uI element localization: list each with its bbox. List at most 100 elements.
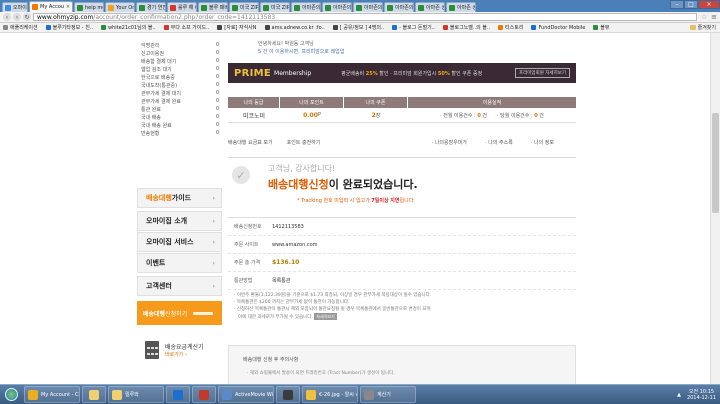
taskbar-item[interactable]: My Account - Ch..: [24, 386, 80, 403]
sidebar-status-link[interactable]: 웹업 검조 대기 0: [137, 65, 223, 73]
close-icon[interactable]: ×: [382, 5, 383, 11]
minimize-icon[interactable]: –: [670, 0, 684, 9]
bookmark-item[interactable]: 애플리케이션: [3, 24, 38, 31]
sidebar-status-link[interactable]: 관부가세 결제 대기 0: [137, 89, 223, 97]
usage-value: · 전월 이용건수 : 0 건 · 당월 이용건수 : 0 건: [408, 108, 576, 123]
bookmark-item[interactable]: [자료] 자식사N: [217, 24, 257, 31]
tab-favicon-icon: [139, 4, 145, 11]
browser-tab[interactable]: 롤루 해 0×: [167, 2, 197, 12]
bookmark-favicon-icon: [217, 25, 223, 30]
maximize-icon[interactable]: □: [684, 0, 698, 9]
clock[interactable]: 오전 10:15 2014-12-11: [687, 389, 716, 401]
taskbar-item[interactable]: 계산기: [360, 386, 416, 403]
network-icon[interactable]: ▲: [677, 392, 681, 398]
browser-tab[interactable]: 블루 패버×: [198, 2, 228, 12]
bookmark-item[interactable]: 블루기타정보 - 친..: [45, 24, 93, 31]
forward-icon[interactable]: ›: [13, 13, 21, 21]
sidebar-status-link[interactable]: 익명관리 0: [137, 41, 223, 49]
sidebar-menu-service[interactable]: 오마이집 서비스 ›: [137, 232, 222, 252]
app-icon: [112, 389, 122, 400]
close-icon[interactable]: ×: [413, 5, 414, 11]
sidebar-guide-button[interactable]: 배송대행 가이드 ›: [137, 188, 222, 208]
browser-tab[interactable]: 아마존 싱×: [446, 2, 476, 12]
app-icon: [199, 389, 209, 400]
tab-favicon-icon: [108, 4, 114, 11]
sidebar-status-link[interactable]: 국내 배송 0: [137, 113, 223, 121]
sidebar-menu-event[interactable]: 이벤트 ›: [137, 253, 222, 273]
shipping-calculator-link[interactable]: 배송요금계산기 바로가기 ›: [137, 335, 222, 365]
apply-delivery-button[interactable]: 배송대행 신청하기: [137, 301, 222, 325]
menu-icon[interactable]: ≡: [711, 13, 717, 21]
bookmark-item[interactable]: - 블로그 돈벌기..: [392, 24, 435, 31]
close-icon[interactable]: ×: [320, 5, 321, 11]
browser-tab[interactable]: 미국 ZIP×: [260, 2, 290, 12]
taskbar-item[interactable]: 릴루와: [108, 386, 164, 403]
sidebar-status-link[interactable]: 통관 완료 0: [137, 105, 223, 113]
browser-tab[interactable]: 아마존의×: [322, 2, 352, 12]
taskbar-item[interactable]: [166, 386, 190, 403]
sidebar-status-link[interactable]: 신고이용권 0: [137, 49, 223, 57]
taskbar-item[interactable]: €-26.jpg - 알씨 v..: [302, 386, 358, 403]
bookmark-item[interactable]: 블뷰: [593, 24, 610, 31]
details-button[interactable]: 자세히보기: [314, 313, 337, 320]
close-icon[interactable]: ×: [698, 0, 720, 9]
browser-tab[interactable]: help me×: [74, 2, 104, 12]
taskbar-item[interactable]: [276, 386, 300, 403]
scrollbar-thumb[interactable]: [712, 113, 719, 213]
sidebar-status-link[interactable]: 관부가세 결제 완료 0: [137, 97, 223, 105]
start-button[interactable]: [0, 385, 22, 404]
bookmark-item[interactable]: 블로그노벨..의 블..: [442, 24, 490, 31]
browser-tab[interactable]: 아마존의×: [384, 2, 414, 12]
reload-icon[interactable]: ↻: [23, 13, 31, 21]
other-bookmarks[interactable]: 즐겨찾기: [689, 24, 716, 31]
sidebar-status-link[interactable]: 한국으로 배송중 0: [137, 73, 223, 81]
browser-tab[interactable]: My Accou ×: [29, 1, 73, 12]
footnote: · 목록통관은 $200 까지는 관부가세 없이 통관이 가능합니다.: [234, 300, 350, 305]
close-icon[interactable]: ×: [351, 5, 352, 11]
sidebar-status-link[interactable]: 배송함 결제 대기 0: [137, 57, 223, 65]
bookmark-label: white21c01님의 블..: [107, 25, 156, 31]
taskbar-item[interactable]: [192, 386, 216, 403]
browser-tab[interactable]: 아마존의×: [291, 2, 321, 12]
bookmark-item[interactable]: 부다 소프 가이드..: [163, 24, 209, 31]
header-grade: 나의 등급: [228, 97, 280, 108]
my-info-link[interactable]: · 나의 정보: [531, 139, 554, 146]
browser-tab[interactable]: 경기 연진×: [136, 2, 166, 12]
charge-point-link[interactable]: 포인트 충전하기: [287, 139, 321, 146]
sidebar-status-link[interactable]: 국내 배송 완료 0: [137, 121, 223, 129]
close-icon[interactable]: ×: [64, 4, 70, 10]
sidebar-status-link[interactable]: 국내도착(통관중) 0: [137, 81, 223, 89]
sidebar-menu-about[interactable]: 오마이집 소개 ›: [137, 211, 222, 231]
tab-favicon-icon: [263, 4, 269, 11]
browser-tab[interactable]: 오마이집×: [2, 2, 28, 12]
my-address-link[interactable]: · 나의 주소록: [485, 139, 513, 146]
chevron-right-icon: ›: [212, 194, 215, 202]
taskbar-item[interactable]: ActiveMovie Win..: [218, 386, 274, 403]
bookmark-favicon-icon: [531, 25, 537, 30]
browser-tab[interactable]: 미국 ZIP×: [229, 2, 259, 12]
rate-table-link[interactable]: 배송대행 요금표 보기: [228, 139, 273, 146]
tab-label: 미국 ZIP: [271, 5, 290, 11]
sidebar-menu-support[interactable]: 고객센터 ›: [137, 276, 222, 296]
sidebar-status-link[interactable]: 반송현황 0: [137, 129, 223, 137]
bookmark-star-icon[interactable]: ☆: [701, 13, 707, 21]
windows-logo-icon: [4, 388, 18, 401]
browser-tab[interactable]: Your Ord×: [105, 2, 135, 12]
bookmark-item[interactable]: ams.adnew.co.kr :fo..: [264, 25, 325, 31]
guide-label-rest: 가이드: [171, 194, 192, 202]
my-inquiry-link[interactable]: · 나의응장우미가: [432, 139, 467, 146]
bookmark-item[interactable]: FundDoctor Mobile: [531, 25, 585, 31]
back-icon[interactable]: ‹: [3, 13, 11, 21]
browser-tab[interactable]: 아마존의×: [353, 2, 383, 12]
bookmark-item[interactable]: white21c01님의 블..: [100, 24, 156, 31]
taskbar-item[interactable]: [82, 386, 106, 403]
bookmark-item[interactable]: 티스토리: [498, 24, 523, 31]
scrollbar[interactable]: [710, 33, 720, 384]
taskbar-item-label: ActiveMovie Win..: [235, 391, 274, 398]
caution-box: 배송대행 신청 후 주의사항 · 해외 쇼핑몰에서 발송이 되면 트래킹번호 (…: [228, 345, 576, 384]
bookmark-item[interactable]: [ 공유/정보 ] 4명의..: [332, 24, 384, 31]
url-field[interactable]: www.ohmyzip.com /account/order_confirmat…: [33, 13, 697, 21]
apply-label-rest: 신청하기: [165, 310, 188, 318]
browser-tab[interactable]: 아마존 싱×: [415, 2, 445, 12]
prime-details-button[interactable]: 프리미엄회원 자세히보기: [515, 68, 570, 78]
